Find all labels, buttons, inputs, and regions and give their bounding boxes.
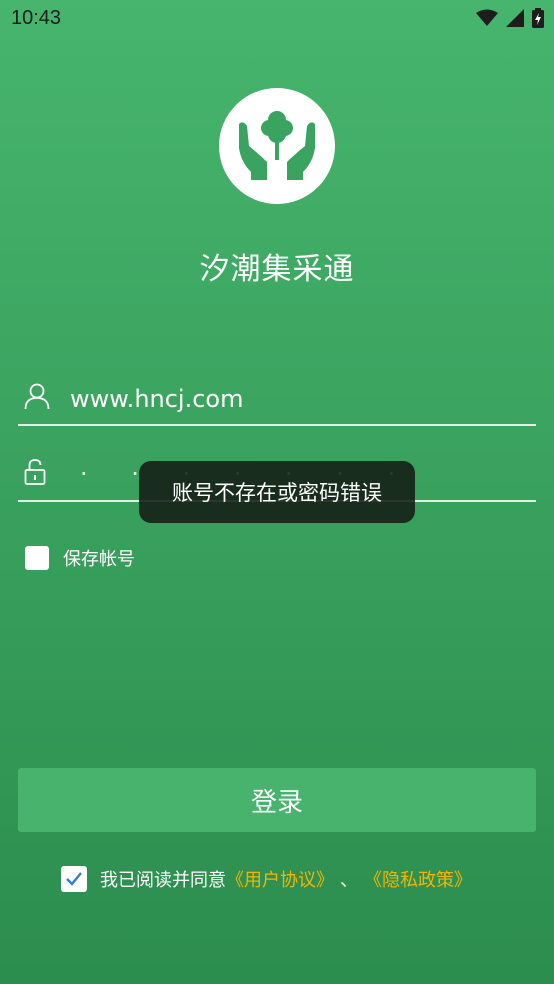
lock-icon [24,459,46,485]
agreement-separator: 、 [340,870,358,891]
user-icon [24,383,50,410]
username-input[interactable] [68,380,512,418]
save-account-label: 保存帐号 [63,549,135,570]
login-button[interactable]: 登录 [18,768,536,832]
username-field[interactable] [18,376,536,426]
privacy-policy-link[interactable]: 《隐私政策》 [364,866,472,892]
app-title: 汐潮集采通 [199,252,355,287]
signal-icon [506,9,524,27]
wifi-icon [476,9,498,26]
user-agreement-link[interactable]: 《用户协议》 [226,866,334,892]
status-icons [476,8,544,28]
error-toast: 账号不存在或密码错误 [139,461,415,523]
save-account-row[interactable]: 保存帐号 [25,545,135,571]
agreement-checkbox[interactable] [61,866,87,892]
status-time: 10:43 [11,7,62,29]
app-logo [219,88,335,204]
save-account-checkbox[interactable] [25,546,49,570]
tree-in-hands-icon [239,111,315,180]
agreement-prefix: 我已阅读并同意 [100,870,226,891]
status-bar: 10:43 [0,0,554,38]
battery-icon [532,8,544,28]
checkmark-icon [66,872,82,886]
agreement-row: 我已阅读并同意 《用户协议》、《隐私政策》 [61,866,472,892]
